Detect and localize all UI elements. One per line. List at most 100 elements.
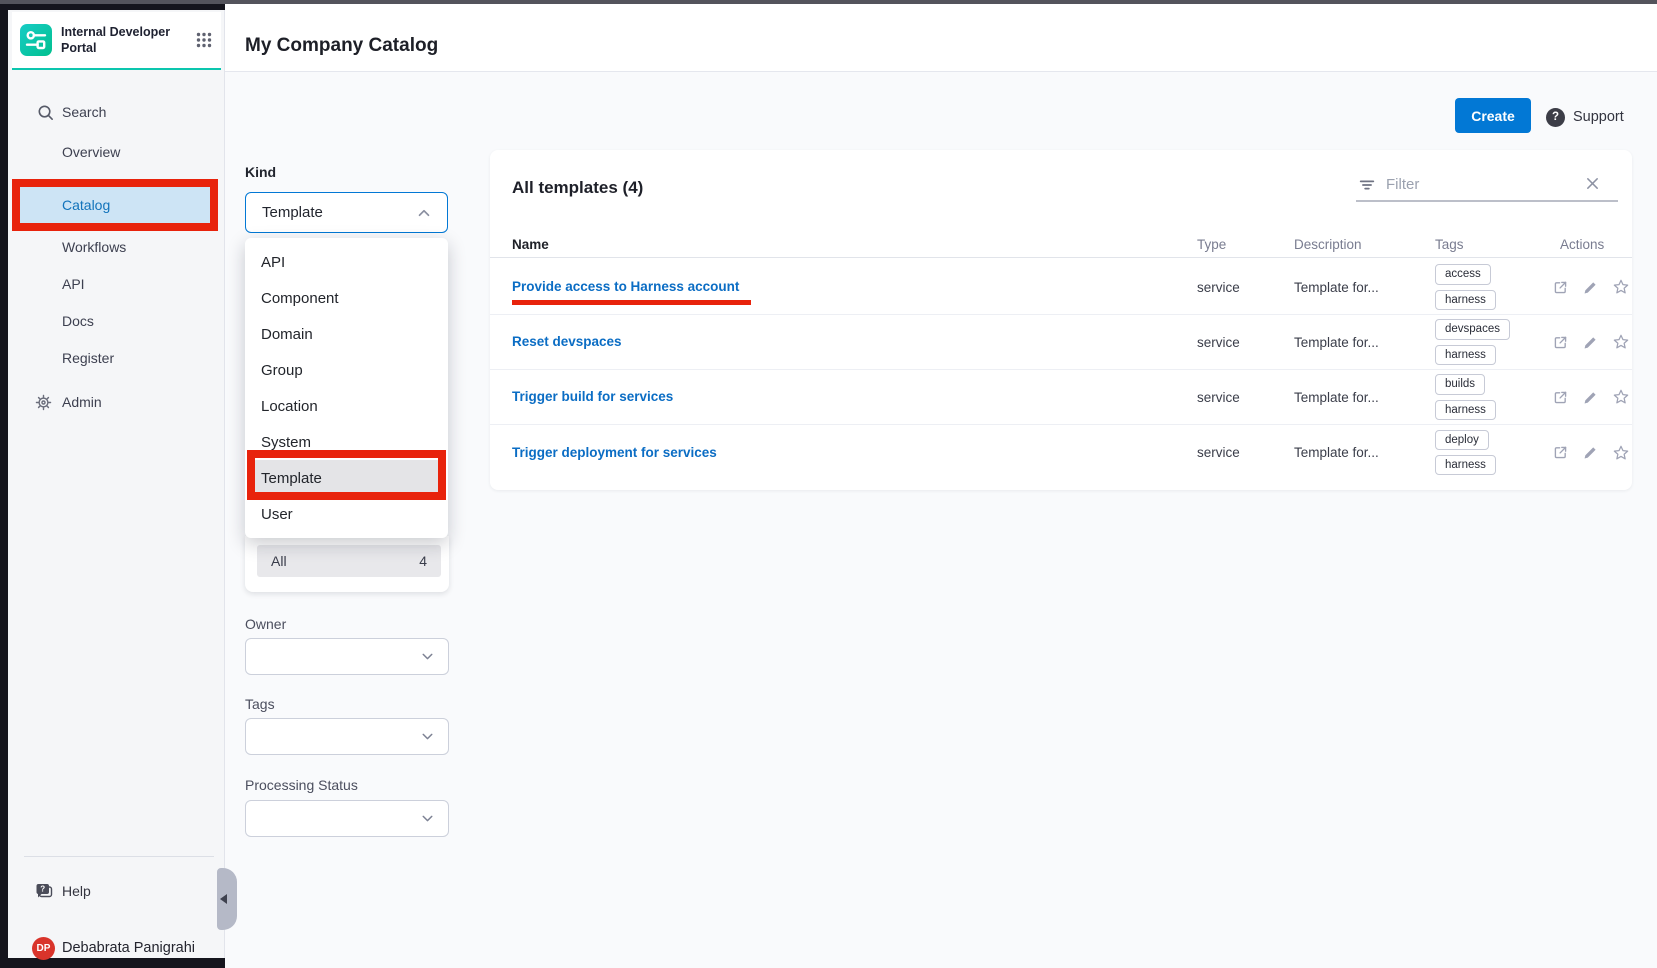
kind-select-value: Template [262,204,323,221]
favorite-icon[interactable] [1612,444,1630,462]
help-chat-icon: ? [34,882,54,901]
kind-select[interactable]: Template [245,192,448,233]
sidebar-item-label: Overview [62,144,120,160]
brand-title: Internal Developer Portal [61,24,195,57]
sidebar-item-catalog[interactable]: Catalog [20,187,210,223]
sidebar-item-admin[interactable]: Admin [8,392,224,412]
kind-option-label: System [261,434,311,451]
tags-select[interactable] [245,718,449,755]
sidebar-item-label: Workflows [62,239,126,255]
table-filter-input[interactable] [1384,171,1574,197]
search-icon [36,103,55,122]
row-description: Template for... [1294,445,1435,460]
sidebar-admin-label: Admin [8,394,102,410]
tag-chip-harness[interactable]: harness [1435,290,1496,310]
gear-icon [34,393,53,412]
kind-option-component[interactable]: Component [245,280,448,316]
kind-dropdown-list: API ComponentDomain Group Location System Tem… [245,244,448,532]
brand-header[interactable]: Internal Developer Portal [12,12,221,70]
kind-option-api[interactable]: API [245,244,448,280]
kind-summary-count: 4 [419,553,427,569]
processing-status-filter-label: Processing Status [245,777,358,793]
row-actions [1552,333,1630,351]
chevron-up-icon [415,204,433,222]
edit-icon[interactable] [1582,444,1599,461]
kind-summary-row-all[interactable]: All 4 [257,545,441,577]
row-type: service [1197,280,1294,295]
support-button[interactable]: ? Support [1546,105,1624,129]
template-link[interactable]: Trigger build for services [512,389,673,404]
kind-option-domain[interactable]: Domain [245,316,448,352]
edit-icon[interactable] [1582,334,1599,351]
kind-option-location[interactable]: Location [245,388,448,424]
kind-option-group[interactable]: Group [245,352,448,388]
tag-chip-harness[interactable]: harness [1435,400,1496,420]
kind-option-label: Group [261,362,303,379]
sidebar-nav: Overview Catalog Workflows API Docs Register [8,142,224,385]
question-mark-icon: ? [1546,108,1565,127]
row-type: service [1197,390,1294,405]
sidebar-item-api[interactable]: API [8,274,224,294]
annotation-box-catalog: Catalog [12,179,218,231]
sidebar-item-label: API [62,276,85,292]
kind-option-template[interactable]: Template [253,460,440,496]
column-header-tags: Tags [1435,237,1552,252]
row-tags: builds harness [1435,374,1552,420]
templates-title: All templates (4) [512,178,643,198]
processing-status-select[interactable] [245,800,449,837]
filter-list-icon [1358,176,1376,194]
row-actions [1552,388,1630,406]
kind-option-system[interactable]: System [245,424,448,460]
edit-icon[interactable] [1582,389,1599,406]
kind-dropdown: API ComponentDomain Group Location System Tem… [245,238,448,538]
column-header-type: Type [1197,237,1294,252]
open-in-new-icon[interactable] [1552,444,1569,461]
open-in-new-icon[interactable] [1552,389,1569,406]
favorite-icon[interactable] [1612,388,1630,406]
sidebar-collapse-handle[interactable] [217,868,237,930]
sidebar-help[interactable]: ? Help [8,881,224,901]
open-in-new-icon[interactable] [1552,334,1569,351]
sidebar-item-overview[interactable]: Overview [8,142,224,162]
favorite-icon[interactable] [1612,333,1630,351]
row-description: Template for... [1294,390,1435,405]
favorite-icon[interactable] [1612,278,1630,296]
kind-option-user[interactable]: User [245,496,448,532]
table-row: Reset devspacesserviceTemplate for...dev… [490,315,1632,370]
row-actions [1552,444,1630,462]
tag-chip-harness[interactable]: harness [1435,455,1496,475]
edit-icon[interactable] [1582,279,1599,296]
chevron-down-icon [419,728,436,745]
sidebar-item-label: Docs [62,313,94,329]
clear-filter-icon[interactable] [1585,176,1600,191]
column-header-name: Name [512,237,1197,252]
tag-chip-deploy[interactable]: deploy [1435,430,1489,450]
apps-grid-icon[interactable] [195,31,213,49]
sidebar-user[interactable]: DP Debabrata Panigrahi [8,936,224,960]
page-title: My Company Catalog [245,35,438,57]
tag-chip-builds[interactable]: builds [1435,374,1485,394]
create-button[interactable]: Create [1455,98,1531,133]
kind-option-label: API [261,254,285,271]
row-type: service [1197,335,1294,350]
template-link[interactable]: Reset devspaces [512,334,622,349]
sidebar-item-register[interactable]: Register [8,348,224,368]
sidebar-search-label: Search [8,104,106,120]
row-actions [1552,278,1630,296]
collapse-arrow-icon [220,894,227,904]
brand-logo-icon [20,24,52,56]
tag-chip-access[interactable]: access [1435,264,1491,284]
sidebar-item-workflows[interactable]: Workflows [8,237,224,257]
owner-select[interactable] [245,638,449,675]
table-filter [1356,168,1618,202]
open-in-new-icon[interactable] [1552,279,1569,296]
tag-chip-harness[interactable]: harness [1435,345,1496,365]
chevron-down-icon [419,810,436,827]
tag-chip-devspaces[interactable]: devspaces [1435,319,1510,339]
kind-option-label: Template [261,470,322,487]
template-link[interactable]: Provide access to Harness account [512,279,739,294]
sidebar-item-docs[interactable]: Docs [8,311,224,331]
template-link[interactable]: Trigger deployment for services [512,445,717,460]
sidebar-item-label: Register [62,350,114,366]
sidebar-search[interactable]: Search [8,102,224,122]
